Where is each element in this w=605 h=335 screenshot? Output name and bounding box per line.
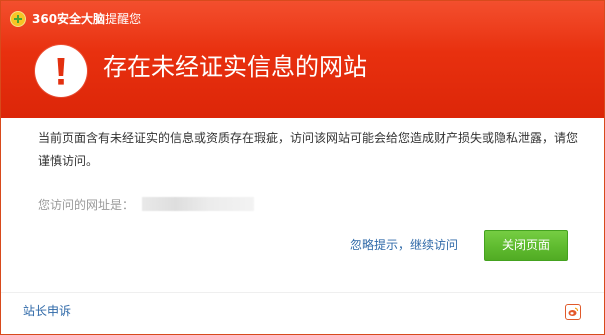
- brand-text: 360安全大脑提醒您: [32, 9, 141, 29]
- ignore-and-continue-link[interactable]: 忽略提示，继续访问: [350, 235, 458, 255]
- 360-logo-icon: [10, 11, 26, 27]
- visited-url-blurred: [142, 197, 255, 211]
- weibo-icon[interactable]: [565, 304, 581, 320]
- brand: 360安全大脑提醒您: [10, 9, 141, 29]
- page-title: 存在未经证实信息的网站: [103, 53, 367, 81]
- brand-name: 360安全大脑: [32, 12, 106, 26]
- site-owner-appeal-link[interactable]: 站长申诉: [23, 301, 71, 321]
- close-page-button[interactable]: 关闭页面: [484, 230, 568, 261]
- footer-divider: [1, 292, 604, 293]
- exclamation-icon: [35, 45, 87, 97]
- brand-suffix: 提醒您: [105, 12, 142, 26]
- visited-url-row: 您访问的网址是：: [38, 193, 255, 215]
- visited-url-label: 您访问的网址是：: [38, 197, 135, 212]
- warning-window: 360安全大脑提醒您 存在未经证实信息的网站 当前页面含有未经证实的信息或资质存…: [0, 0, 605, 335]
- warning-message: 当前页面含有未经证实的信息或资质存在瑕疵，访问该网站可能会给您造成财产损失或隐私…: [38, 131, 579, 168]
- warning-header: 360安全大脑提醒您 存在未经证实信息的网站: [1, 1, 604, 118]
